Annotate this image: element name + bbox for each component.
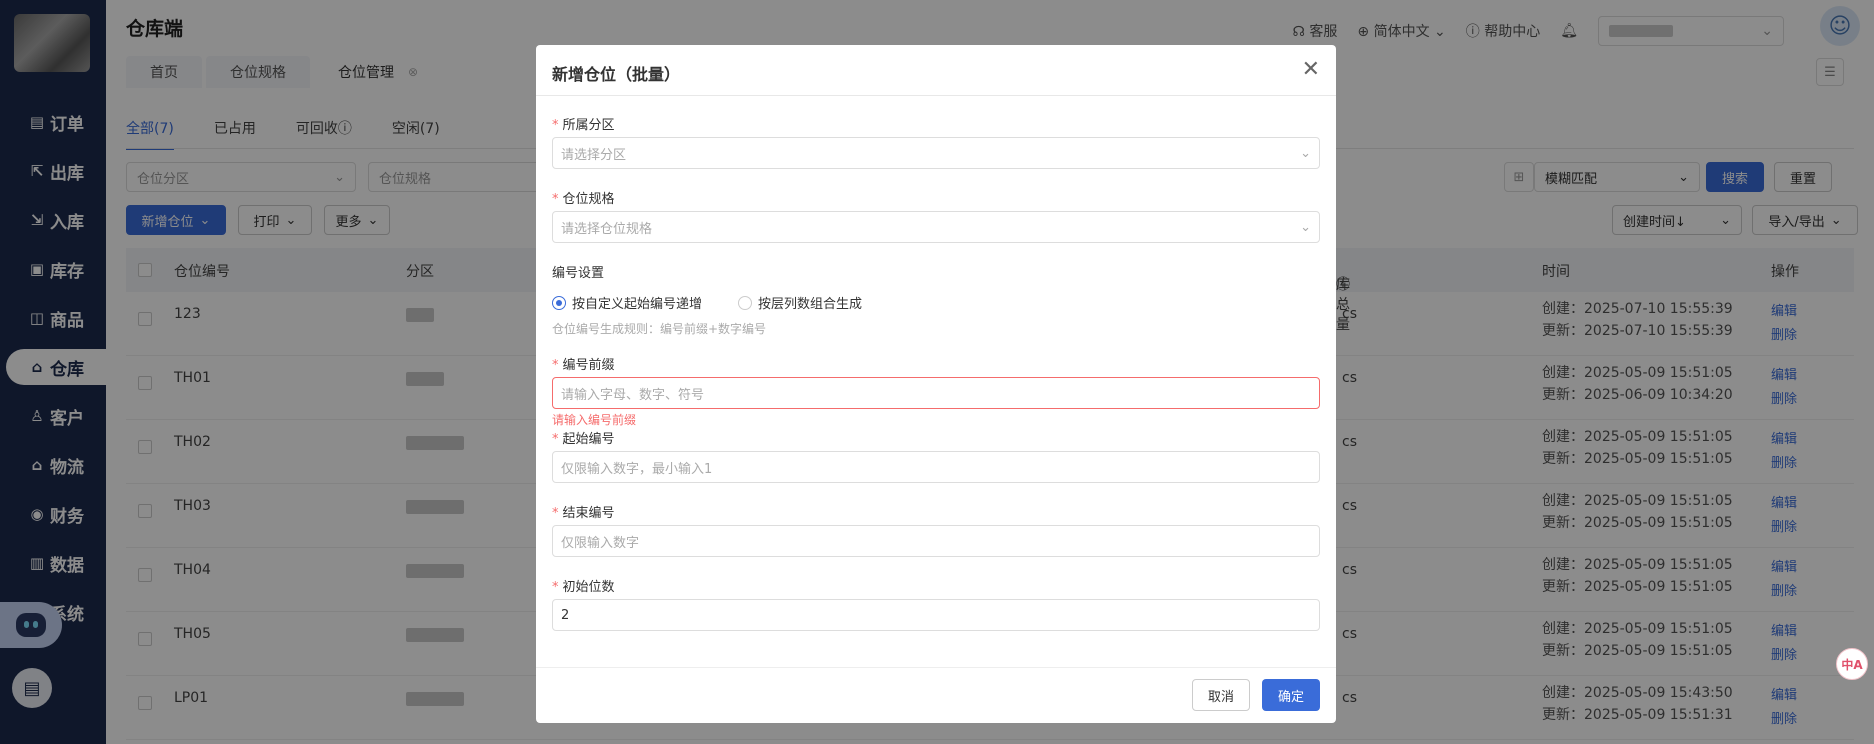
spec-select[interactable]: 请选择仓位规格 ⌄ xyxy=(552,211,1320,243)
numbering-label: 编号设置 xyxy=(552,266,605,281)
confirm-button[interactable]: 确定 xyxy=(1262,679,1320,711)
radio-custom-increment[interactable]: 按自定义起始编号递增 xyxy=(552,293,702,312)
radio-unchecked xyxy=(738,295,752,310)
zone-label: * 所属分区 xyxy=(552,118,615,133)
spec-label: * 仓位规格 xyxy=(552,192,615,207)
digits-label: * 初始位数 xyxy=(552,580,615,595)
batch-add-location-dialog: 新增仓位（批量） ✕ * 所属分区 请选择分区 ⌄ * 仓位规格 请选择仓位规格 ⌄ 编… xyxy=(536,45,1336,723)
dialog-title: 新增仓位（批量） xyxy=(552,65,681,84)
rule-hint: 仓位编号生成规则：编号前缀+数字编号 xyxy=(552,322,767,336)
prefix-label: * 编号前缀 xyxy=(552,358,615,373)
cancel-button[interactable]: 取消 xyxy=(1192,679,1250,711)
translate-icon: 中A xyxy=(1841,657,1863,672)
zone-select[interactable]: 请选择分区 ⌄ xyxy=(552,137,1320,169)
chevron-down-icon: ⌄ xyxy=(1300,219,1311,235)
start-number-input[interactable]: 仅限输入数字，最小输入1 xyxy=(552,451,1320,483)
end-number-input[interactable]: 仅限输入数字 xyxy=(552,525,1320,557)
end-label: * 结束编号 xyxy=(552,506,615,521)
prefix-error: 请输入编号前缀 xyxy=(552,413,637,427)
start-label: * 起始编号 xyxy=(552,432,615,447)
translate-float-button[interactable]: 中A xyxy=(1836,648,1868,680)
close-icon[interactable]: ✕ xyxy=(1302,57,1320,82)
radio-checked xyxy=(552,295,566,310)
chevron-down-icon: ⌄ xyxy=(1300,145,1311,161)
prefix-input[interactable]: 请输入字母、数字、符号 xyxy=(552,377,1320,409)
digits-input[interactable]: 2 xyxy=(552,599,1320,631)
radio-layer-combination[interactable]: 按层列数组合生成 xyxy=(738,293,862,312)
